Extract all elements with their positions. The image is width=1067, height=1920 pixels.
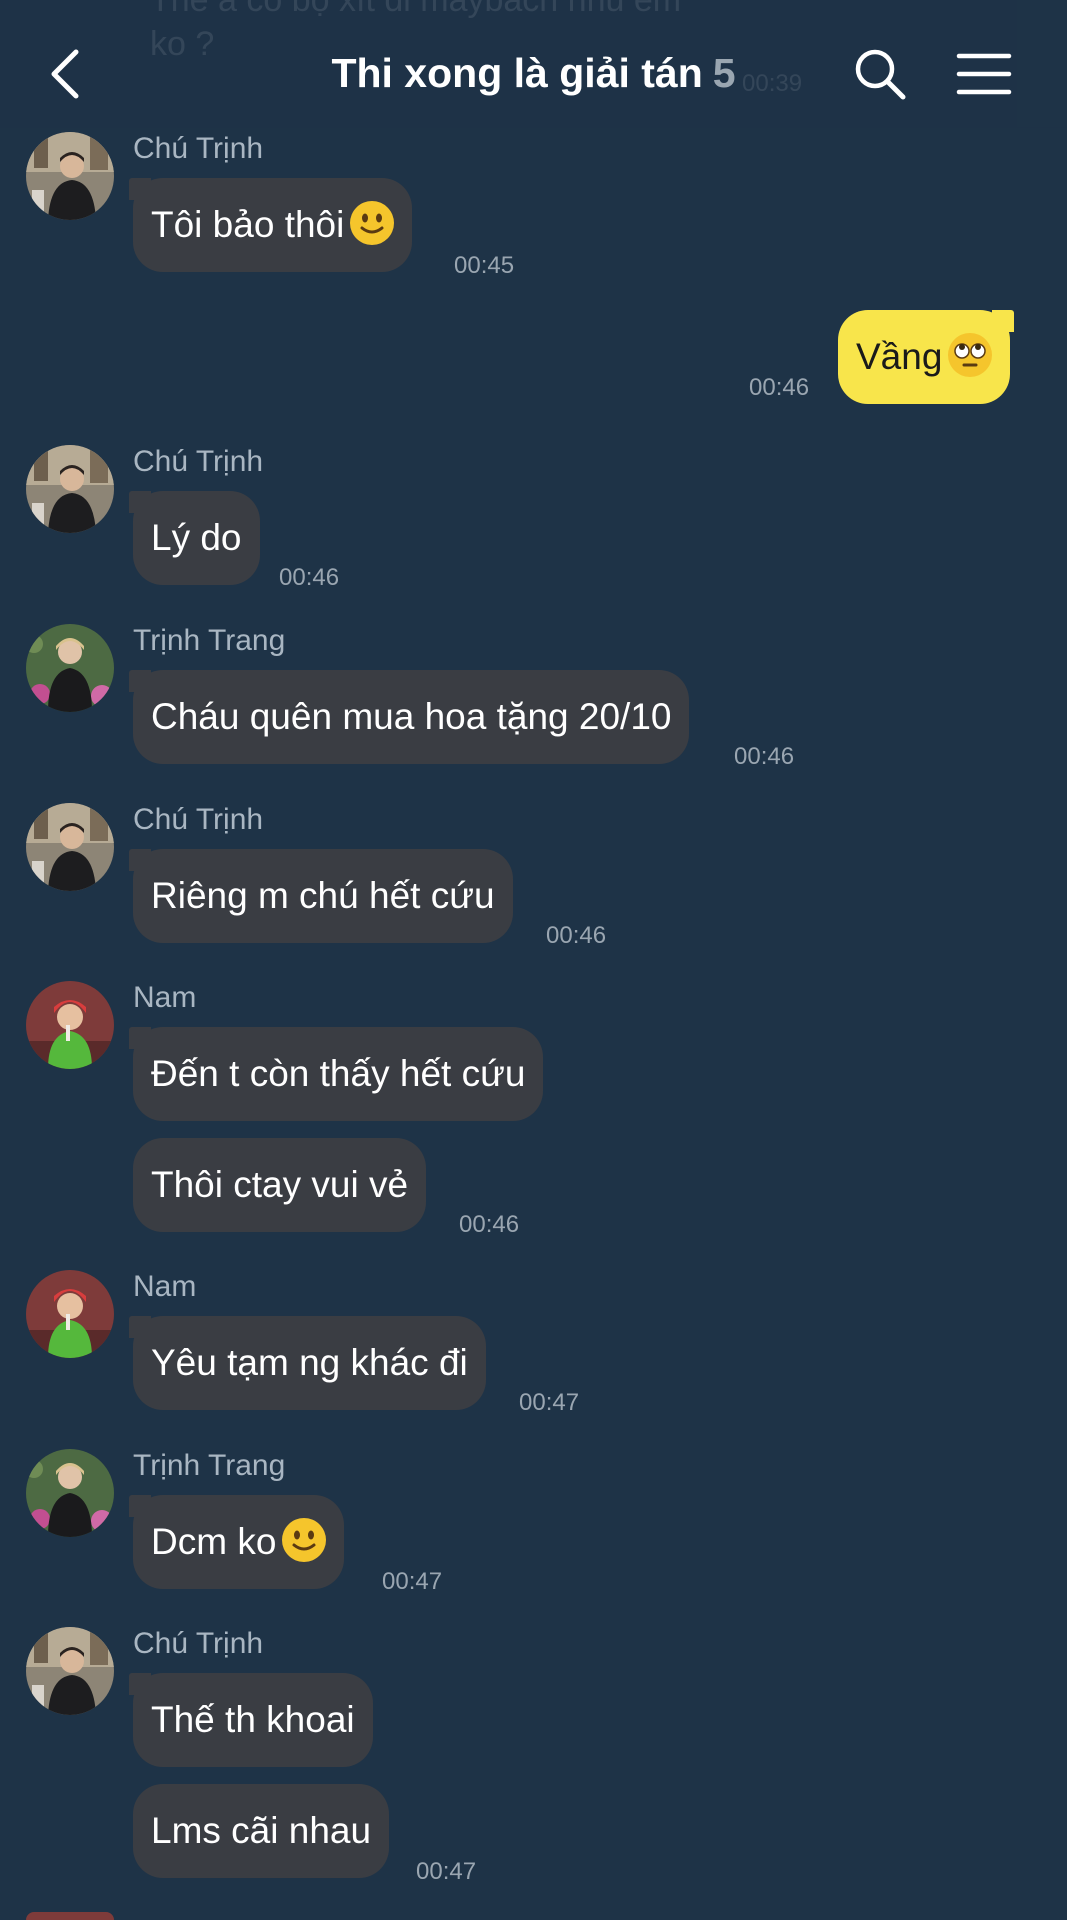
- message-bubble[interactable]: Thế th khoai: [129, 1673, 373, 1767]
- message-bubble[interactable]: Lms cãi nhau: [133, 1784, 390, 1878]
- slightly-smiling-face-emoji: [282, 1518, 327, 1562]
- hamburger-menu-icon: [956, 53, 1012, 95]
- avatar-trinh-trang[interactable]: [26, 1449, 114, 1537]
- avatar-chu-trinh[interactable]: [26, 445, 114, 533]
- message-time: 00:46: [279, 564, 340, 591]
- message-bubble[interactable]: Cháu quên mua hoa tặng 20/10: [128, 670, 690, 764]
- message-time: 00:46: [734, 743, 795, 770]
- search-icon: [855, 49, 906, 100]
- back-button[interactable]: [40, 46, 92, 102]
- message-bubble[interactable]: Đến t còn thấy hết cứu: [128, 1027, 544, 1121]
- previous-message-faded: Thế a có bộ xít đi maybach nhu em ko ?: [150, 0, 682, 63]
- message-text: Thôi ctay vui vẻ: [151, 1164, 409, 1205]
- sender-name: Chú Trịnh: [133, 445, 264, 478]
- avatar-trinh-trang[interactable]: [26, 624, 114, 712]
- sender-name: Chú Trịnh: [133, 1627, 264, 1660]
- message-time: 00:47: [382, 1568, 443, 1595]
- message-time: 00:45: [454, 252, 515, 279]
- message-time: 00:46: [459, 1211, 520, 1238]
- chat-screen: Thế a có bộ xít đi maybach nhu em ko ? 0…: [0, 0, 1067, 1920]
- sender-name: Chú Trịnh: [133, 803, 264, 836]
- message-text: Lý do: [151, 517, 242, 558]
- avatar-partial: [26, 1912, 114, 1920]
- message-bubble[interactable]: Riêng m chú hết cứu: [129, 849, 513, 943]
- avatar-chu-trinh[interactable]: [26, 132, 114, 220]
- message-text: Dcm ko: [151, 1521, 277, 1562]
- sender-name: Trịnh Trang: [133, 1449, 286, 1482]
- message-time: 00:47: [416, 1858, 477, 1885]
- message-bubble[interactable]: Thôi ctay vui vẻ: [133, 1138, 427, 1232]
- avatar-nam[interactable]: [26, 1270, 114, 1358]
- chevron-left-icon: [51, 49, 79, 99]
- chat-header: Thế a có bộ xít đi maybach nhu em ko ? 0…: [0, 0, 1067, 128]
- message-time: 00:46: [546, 922, 607, 949]
- menu-button[interactable]: [956, 50, 1012, 98]
- message-text: Vầng: [856, 336, 943, 377]
- message-text: Đến t còn thấy hết cứu: [151, 1053, 526, 1094]
- message-text: Cháu quên mua hoa tặng 20/10: [151, 696, 672, 737]
- previous-message-time: 00:39: [742, 70, 803, 97]
- message-text: Lms cãi nhau: [151, 1810, 372, 1851]
- message-text: Riêng m chú hết cứu: [151, 875, 495, 916]
- avatar-nam[interactable]: [26, 981, 114, 1069]
- member-count: 5: [712, 50, 736, 96]
- my-message-bubble[interactable]: Vầng: [838, 310, 1015, 404]
- message-bubble[interactable]: Lý do: [129, 491, 260, 585]
- message-bubble[interactable]: Dcm ko: [128, 1495, 345, 1589]
- search-button[interactable]: [852, 46, 908, 102]
- sender-name: Chú Trịnh: [133, 132, 264, 165]
- sender-name: Nam: [133, 981, 197, 1014]
- avatar-chu-trinh[interactable]: [26, 803, 114, 891]
- sender-name: Trịnh Trang: [133, 624, 286, 657]
- message-time: 00:47: [519, 1389, 580, 1416]
- message-bubble[interactable]: Yêu tạm ng khác đi: [129, 1316, 486, 1410]
- message-text: Tôi bảo thôi: [151, 204, 345, 245]
- face-with-rolling-eyes-emoji: [948, 333, 993, 377]
- message-text: Yêu tạm ng khác đi: [151, 1342, 468, 1383]
- avatar-chu-trinh[interactable]: [26, 1627, 114, 1715]
- message-bubble[interactable]: Tôi bảo thôi: [128, 178, 413, 272]
- sender-name: Nam: [133, 1270, 197, 1303]
- slightly-smiling-face-emoji: [350, 201, 395, 245]
- message-time: 00:46: [749, 374, 810, 401]
- message-text: Thế th khoai: [151, 1699, 355, 1740]
